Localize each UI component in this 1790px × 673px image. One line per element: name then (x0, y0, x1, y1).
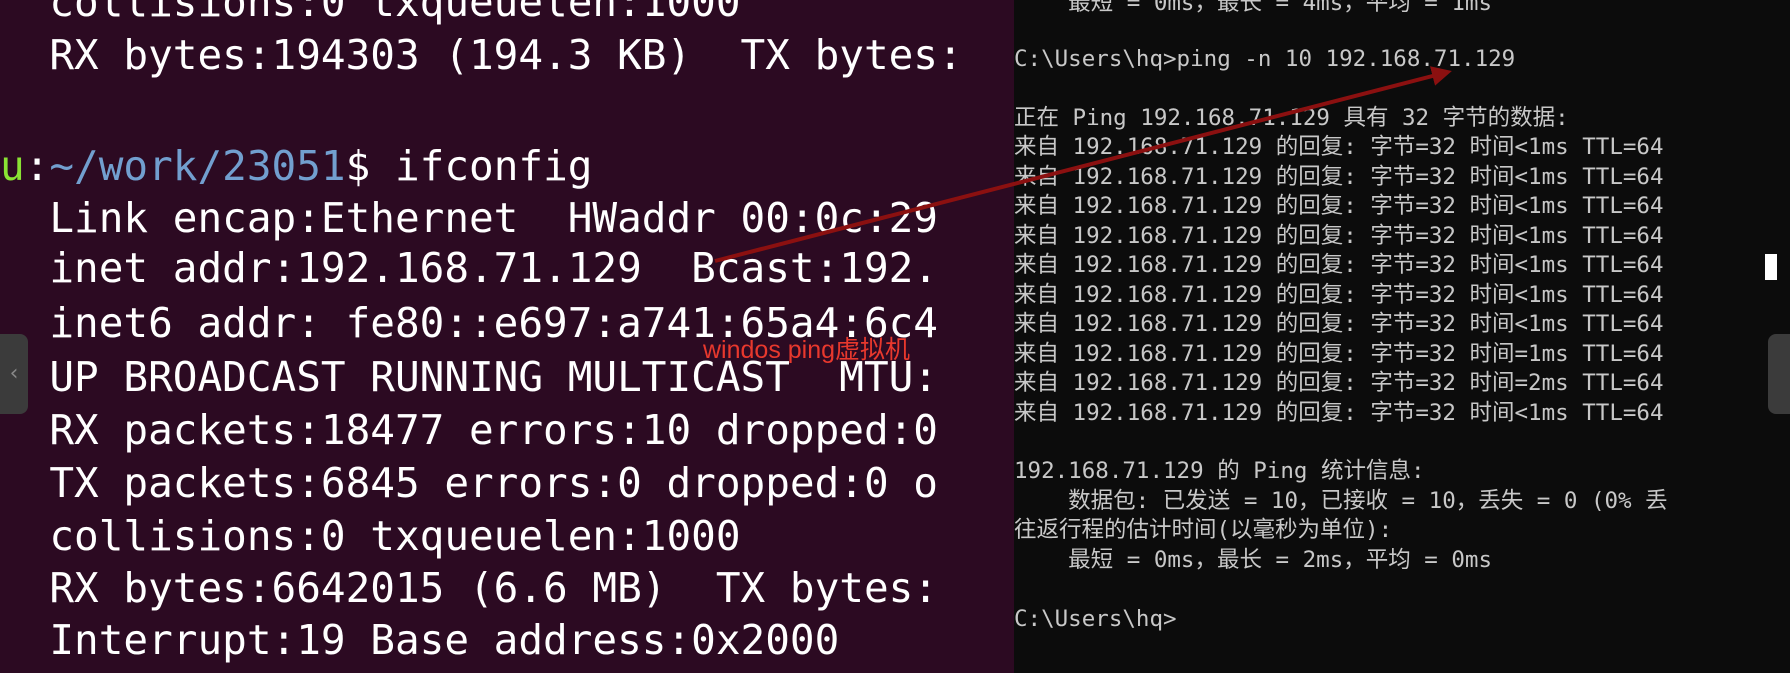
console-line: 正在 Ping 192.168.71.129 具有 32 字节的数据: (1014, 105, 1569, 131)
console-line: 192.168.71.129 的 Ping 统计信息: (1014, 458, 1425, 484)
ping-reply-line: 来自 192.168.71.129 的回复: 字节=32 时间<1ms TTL=… (1014, 282, 1664, 308)
prompt-path: ~/work/23051 (49, 142, 346, 190)
terminal-line: RX bytes:194303 (194.3 KB) TX bytes: (0, 31, 963, 79)
ping-reply-line: 来自 192.168.71.129 的回复: 字节=32 时间<1ms TTL=… (1014, 223, 1664, 249)
console-line: 往返行程的估计时间(以毫秒为单位): (1014, 517, 1393, 543)
console-line: 数据包: 已发送 = 10，已接收 = 10，丢失 = 0 (0% 丢 (1014, 488, 1668, 514)
console-line: 最短 = 0ms，最长 = 4ms，平均 = 1ms (1014, 0, 1493, 16)
console-command-line: C:\Users\hq>ping -n 10 192.168.71.129 (1014, 46, 1516, 72)
terminal-line: inet addr:192.168.71.129 Bcast:192. (0, 244, 938, 292)
chevron-left-icon[interactable]: ‹ (0, 334, 28, 414)
terminal-line: RX bytes:6642015 (6.6 MB) TX bytes: (0, 564, 938, 612)
terminal-line: TX packets:6845 errors:0 dropped:0 o (0, 459, 938, 507)
terminal-line: collisions:0 txqueuelen:1000 (0, 0, 741, 26)
text-cursor (1765, 254, 1777, 280)
prompt-symbol: $ (345, 142, 395, 190)
ping-reply-line: 来自 192.168.71.129 的回复: 字节=32 时间<1ms TTL=… (1014, 193, 1664, 219)
terminal-line: collisions:0 txqueuelen:1000 (0, 512, 741, 560)
ping-reply-line: 来自 192.168.71.129 的回复: 字节=32 时间=1ms TTL=… (1014, 341, 1664, 367)
ping-reply-line: 来自 192.168.71.129 的回复: 字节=32 时间<1ms TTL=… (1014, 400, 1664, 426)
shell-prompt-line: u:~/work/23051$ ifconfig (0, 138, 592, 194)
ping-reply-line: 来自 192.168.71.129 的回复: 字节=32 时间<1ms TTL=… (1014, 311, 1664, 337)
ping-reply-line: 来自 192.168.71.129 的回复: 字节=32 时间<1ms TTL=… (1014, 134, 1664, 160)
ping-reply-line: 来自 192.168.71.129 的回复: 字节=32 时间=2ms TTL=… (1014, 370, 1664, 396)
prompt-command: ifconfig (394, 142, 593, 190)
ping-reply-line: 来自 192.168.71.129 的回复: 字节=32 时间<1ms TTL=… (1014, 252, 1664, 278)
terminal-line: RX packets:18477 errors:10 dropped:0 (0, 406, 938, 454)
ping-reply-line: 来自 192.168.71.129 的回复: 字节=32 时间<1ms TTL=… (1014, 164, 1664, 190)
prompt-user: u (0, 142, 25, 190)
console-line: 最短 = 0ms，最长 = 2ms，平均 = 0ms (1014, 547, 1493, 573)
terminal-line: Link encap:Ethernet HWaddr 00:0c:29 (0, 194, 938, 242)
console-prompt-line: C:\Users\hq> (1014, 606, 1177, 632)
prompt-colon: : (24, 142, 50, 190)
annotation-label: windos ping虚拟机 (703, 336, 911, 364)
terminal-line: Interrupt:19 Base address:0x2000 (0, 616, 840, 664)
chevron-right-icon[interactable] (1768, 334, 1790, 414)
